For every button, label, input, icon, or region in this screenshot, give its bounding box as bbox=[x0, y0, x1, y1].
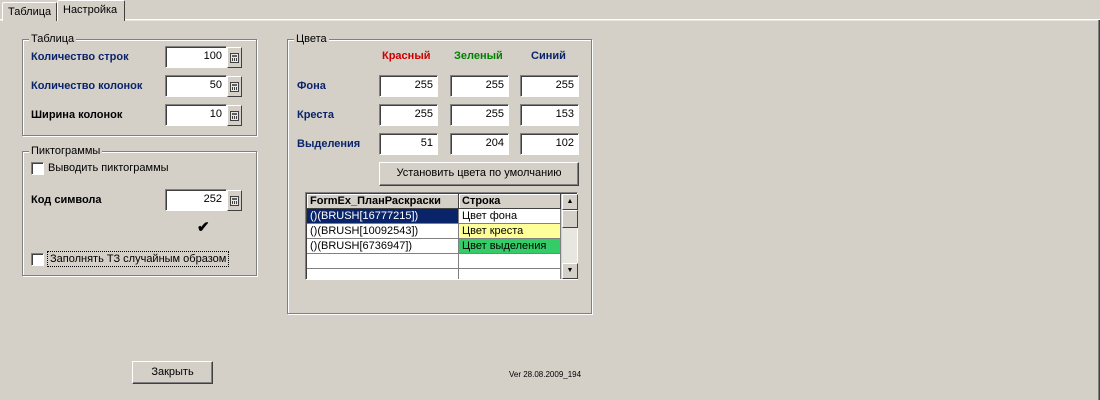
grid-empty-cell[interactable] bbox=[459, 269, 561, 279]
grid-empty-cell[interactable] bbox=[307, 254, 459, 269]
show-icons-label[interactable]: Выводить пиктограммы bbox=[48, 162, 169, 174]
cross-green-input[interactable]: 255 bbox=[450, 104, 509, 126]
col-width-input[interactable]: 10 bbox=[165, 104, 227, 126]
table-group-title: Таблица bbox=[29, 33, 77, 45]
cross-blue-input[interactable]: 153 bbox=[520, 104, 579, 126]
symbol-code-calc-button[interactable] bbox=[227, 190, 242, 211]
close-button[interactable]: Закрыть bbox=[132, 361, 213, 384]
calculator-icon bbox=[230, 53, 239, 63]
cross-red-input[interactable]: 255 bbox=[379, 104, 438, 126]
grid-empty-cell[interactable] bbox=[307, 269, 459, 279]
grid-cell-brush[interactable]: ()(BRUSH[6736947]) bbox=[307, 239, 459, 254]
selection-color-label: Выделения bbox=[297, 138, 361, 150]
green-column-header: Зеленый bbox=[454, 50, 503, 62]
blue-column-header: Синий bbox=[531, 50, 566, 62]
set-default-colors-button[interactable]: Установить цвета по умолчанию bbox=[379, 162, 579, 186]
show-icons-checkbox[interactable] bbox=[31, 162, 44, 175]
background-color-label: Фона bbox=[297, 80, 326, 92]
symbol-code-label: Код символа bbox=[31, 194, 102, 206]
cross-color-label: Креста bbox=[297, 109, 335, 121]
symbol-code-input[interactable]: 252 bbox=[165, 189, 227, 211]
grid-empty-cell[interactable] bbox=[459, 254, 561, 269]
col-width-calc-button[interactable] bbox=[227, 105, 242, 126]
color-plan-grid[interactable]: FormEx_ПланРаскраски Строка ()(BRUSH[167… bbox=[305, 192, 578, 280]
grid-cell-brush[interactable]: ()(BRUSH[10092543]) bbox=[307, 224, 459, 239]
grid-cell-brush[interactable]: ()(BRUSH[16777215]) bbox=[307, 209, 459, 224]
scroll-up-icon[interactable]: ▲ bbox=[562, 194, 578, 210]
rows-count-calc-button[interactable] bbox=[227, 47, 242, 68]
background-green-input[interactable]: 255 bbox=[450, 75, 509, 97]
scroll-thumb[interactable] bbox=[562, 210, 578, 228]
rows-count-input[interactable]: 100 bbox=[165, 46, 227, 68]
selection-red-input[interactable]: 51 bbox=[379, 133, 438, 155]
random-fill-checkbox[interactable] bbox=[31, 253, 44, 266]
cols-count-label: Количество колонок bbox=[31, 80, 143, 92]
version-label: Ver 28.08.2009_194 bbox=[509, 370, 582, 379]
tab-table[interactable]: Таблица bbox=[2, 2, 57, 21]
tab-settings[interactable]: Настройка bbox=[57, 0, 125, 21]
icons-group-title: Пиктограммы bbox=[29, 145, 103, 157]
grid-header-plan[interactable]: FormEx_ПланРаскраски bbox=[307, 194, 459, 209]
tab-settings-label: Настройка bbox=[63, 4, 118, 16]
calculator-icon bbox=[230, 196, 239, 206]
background-blue-input[interactable]: 255 bbox=[520, 75, 579, 97]
calculator-icon bbox=[230, 111, 239, 121]
cols-count-calc-button[interactable] bbox=[227, 76, 242, 97]
calculator-icon bbox=[230, 82, 239, 92]
selection-green-input[interactable]: 204 bbox=[450, 133, 509, 155]
background-red-input[interactable]: 255 bbox=[379, 75, 438, 97]
col-width-label: Ширина колонок bbox=[31, 109, 123, 121]
rows-count-label: Количество строк bbox=[31, 51, 129, 63]
scroll-down-icon[interactable]: ▼ bbox=[562, 263, 578, 279]
tab-table-label: Таблица bbox=[8, 6, 52, 18]
close-button-label: Закрыть bbox=[151, 366, 194, 378]
grid-cell-name[interactable]: Цвет выделения bbox=[459, 239, 561, 254]
red-column-header: Красный bbox=[382, 50, 431, 62]
colors-group-title: Цвета bbox=[294, 33, 329, 45]
grid-cell-name[interactable]: Цвет креста bbox=[459, 224, 561, 239]
tab-strip-line bbox=[0, 19, 1100, 21]
grid-vertical-scrollbar[interactable]: ▲ ▼ bbox=[561, 194, 578, 279]
grid-header-string[interactable]: Строка bbox=[459, 194, 561, 209]
cols-count-input[interactable]: 50 bbox=[165, 75, 227, 97]
set-default-colors-label: Установить цвета по умолчанию bbox=[396, 167, 562, 179]
grid-cell-name[interactable]: Цвет фона bbox=[459, 209, 561, 224]
selection-blue-input[interactable]: 102 bbox=[520, 133, 579, 155]
random-fill-label[interactable]: Заполнять ТЗ случайным образом bbox=[47, 251, 230, 267]
symbol-preview: ✔ bbox=[197, 219, 210, 236]
